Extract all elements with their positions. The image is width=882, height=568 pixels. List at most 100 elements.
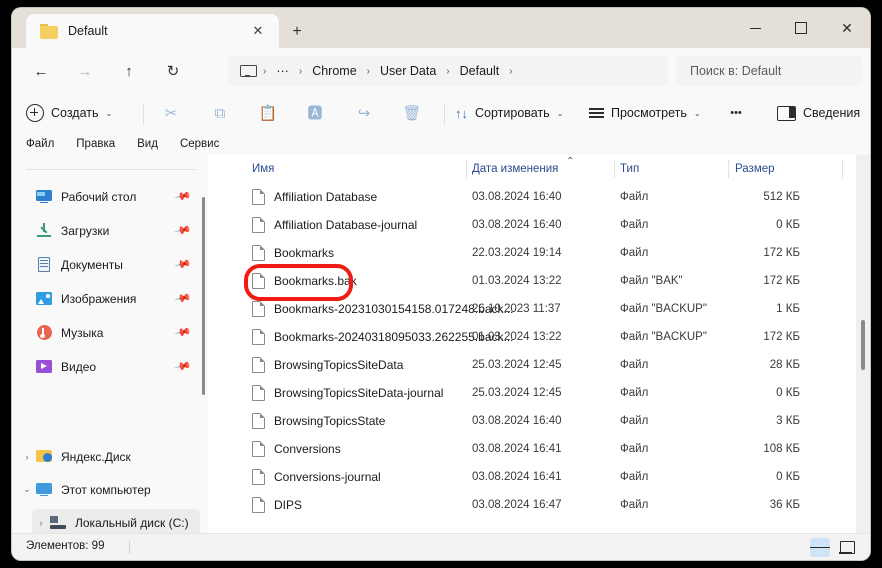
- menu-item-edit[interactable]: Правка: [76, 138, 115, 150]
- file-name: Bookmarks.bak: [274, 274, 357, 288]
- sidebar-item-yandex-disk[interactable]: › Яндекс.Диск: [18, 443, 198, 470]
- column-header-date[interactable]: Дата изменения: [472, 155, 558, 183]
- column-headers: Имя ⌃ Дата изменения Тип Размер: [208, 155, 870, 183]
- table-row[interactable]: DIPS 03.08.2024 16:47 Файл 36 КБ: [208, 491, 870, 519]
- pin-icon[interactable]: 📌: [174, 255, 193, 273]
- breadcrumb-item-chrome[interactable]: Chrome: [310, 64, 358, 78]
- table-row[interactable]: Conversions 03.08.2024 16:41 Файл 108 КБ: [208, 435, 870, 463]
- tab-default[interactable]: Default ✕: [26, 14, 279, 48]
- breadcrumb-item-default[interactable]: Default: [458, 64, 502, 78]
- title-bar: Default ✕ + ✕: [12, 8, 870, 48]
- back-button[interactable]: ←: [26, 56, 56, 86]
- file-list-scrollbar[interactable]: [856, 155, 870, 533]
- sidebar-item-local-disk-c[interactable]: › Локальный диск (C:): [32, 509, 200, 533]
- sidebar-item-downloads[interactable]: Загрузки 📌: [18, 217, 198, 244]
- breadcrumb-separator: ›: [366, 65, 370, 77]
- breadcrumb-overflow[interactable]: ···: [274, 64, 291, 78]
- more-options-button[interactable]: •••: [721, 98, 751, 128]
- breadcrumb-item-user-data[interactable]: User Data: [378, 64, 438, 78]
- share-button[interactable]: ↪: [349, 98, 379, 128]
- column-divider[interactable]: [466, 160, 467, 178]
- close-button[interactable]: ✕: [824, 8, 870, 48]
- table-row[interactable]: BrowsingTopicsSiteData-journal 25.03.202…: [208, 379, 870, 407]
- sort-icon: ↑↓: [455, 105, 468, 121]
- yandex-disk-icon: [36, 449, 53, 464]
- chevron-right-icon[interactable]: ›: [32, 518, 50, 528]
- sidebar-item-this-pc[interactable]: ⌄ Этот компьютер: [18, 476, 198, 503]
- view-button[interactable]: Просмотреть ⌄: [589, 98, 701, 128]
- pin-icon[interactable]: 📌: [174, 323, 193, 341]
- column-header-name[interactable]: Имя: [252, 155, 274, 183]
- column-divider[interactable]: [728, 160, 729, 178]
- table-row[interactable]: Bookmarks 22.03.2024 19:14 Файл 172 КБ: [208, 239, 870, 267]
- file-name: DIPS: [274, 498, 303, 512]
- sidebar-item-desktop[interactable]: Рабочий стол 📌: [18, 183, 198, 210]
- table-row[interactable]: Affiliation Database 03.08.2024 16:40 Фа…: [208, 183, 870, 211]
- tab-label: Default: [68, 24, 108, 38]
- file-date: 01.03.2024 13:22: [472, 331, 562, 343]
- table-row[interactable]: BrowsingTopicsSiteData 25.03.2024 12:45 …: [208, 351, 870, 379]
- sidebar-item-videos[interactable]: Видео 📌: [18, 353, 198, 380]
- sort-button[interactable]: ↑↓ Сортировать ⌄: [455, 98, 563, 128]
- rename-button[interactable]: 🅰: [300, 98, 330, 128]
- file-type: Файл "BACKUP": [620, 303, 707, 315]
- column-divider[interactable]: [614, 160, 615, 178]
- sidebar-scrollbar-thumb[interactable]: [202, 197, 205, 395]
- file-name: BrowsingTopicsSiteData-journal: [274, 386, 444, 400]
- file-icon: [252, 469, 265, 485]
- column-header-type[interactable]: Тип: [620, 155, 639, 183]
- file-type: Файл: [620, 359, 649, 371]
- sidebar-item-documents[interactable]: Документы 📌: [18, 251, 198, 278]
- delete-button[interactable]: 🗑: [397, 98, 427, 128]
- table-row[interactable]: Bookmarks-20231030154158.017248.back... …: [208, 295, 870, 323]
- pin-icon[interactable]: 📌: [174, 357, 193, 375]
- table-row[interactable]: Bookmarks-20240318095033.262255.back... …: [208, 323, 870, 351]
- menu-item-view[interactable]: Вид: [137, 138, 158, 150]
- pin-icon[interactable]: 📌: [174, 187, 193, 205]
- address-bar[interactable]: › ··· › Chrome › User Data › Default ›: [228, 56, 668, 86]
- chevron-down-icon[interactable]: ⌄: [18, 484, 36, 495]
- file-size: 0 КБ: [776, 219, 800, 231]
- file-date: 22.03.2024 19:14: [472, 247, 562, 259]
- monitor-icon[interactable]: [240, 64, 257, 78]
- file-size: 172 КБ: [763, 275, 800, 287]
- chevron-right-icon[interactable]: ›: [18, 452, 36, 462]
- column-divider[interactable]: [842, 160, 843, 178]
- list-view-icon[interactable]: [810, 538, 830, 557]
- column-header-size[interactable]: Размер: [735, 155, 775, 183]
- refresh-button[interactable]: ↻: [158, 56, 188, 86]
- up-button[interactable]: ↑: [114, 56, 144, 86]
- music-icon: [36, 325, 53, 340]
- file-icon: [252, 273, 265, 289]
- table-row[interactable]: BrowsingTopicsState 03.08.2024 16:40 Фай…: [208, 407, 870, 435]
- menu-item-file[interactable]: Файл: [26, 138, 54, 150]
- file-name: Conversions: [274, 442, 341, 456]
- table-row[interactable]: Conversions-journal 03.08.2024 16:41 Фай…: [208, 463, 870, 491]
- details-pane-button[interactable]: Сведения: [777, 98, 860, 128]
- menu-item-tools[interactable]: Сервис: [180, 138, 219, 150]
- table-row[interactable]: Bookmarks.bak 01.03.2024 13:22 Файл "BAK…: [208, 267, 870, 295]
- pin-icon[interactable]: 📌: [174, 289, 193, 307]
- breadcrumb-separator: ›: [446, 65, 450, 77]
- search-input[interactable]: Поиск в: Default: [676, 56, 862, 86]
- minimize-button[interactable]: [732, 8, 778, 48]
- sort-label: Сортировать: [475, 106, 550, 120]
- sidebar-item-music[interactable]: Музыка 📌: [18, 319, 198, 346]
- pin-icon[interactable]: 📌: [174, 221, 193, 239]
- divider: [26, 169, 196, 170]
- sidebar-item-pictures[interactable]: Изображения 📌: [18, 285, 198, 312]
- command-bar: Создать ⌄ ✂ ⧉ 📋 🅰 ↪ 🗑 ↑↓ Сортировать ⌄ П…: [12, 93, 870, 133]
- file-list-scrollbar-thumb[interactable]: [861, 320, 865, 370]
- tile-view-icon[interactable]: [837, 538, 857, 557]
- new-tab-button[interactable]: +: [286, 21, 308, 43]
- forward-button[interactable]: →: [70, 56, 100, 86]
- file-size: 512 КБ: [763, 191, 800, 203]
- table-row[interactable]: Affiliation Database-journal 03.08.2024 …: [208, 211, 870, 239]
- copy-button[interactable]: ⧉: [205, 98, 235, 128]
- close-icon[interactable]: ✕: [249, 22, 267, 40]
- maximize-button[interactable]: [778, 8, 824, 48]
- paste-button[interactable]: 📋: [253, 98, 283, 128]
- new-button[interactable]: Создать ⌄: [26, 98, 112, 128]
- chevron-down-icon: ⌄: [556, 108, 564, 118]
- cut-button[interactable]: ✂: [156, 98, 186, 128]
